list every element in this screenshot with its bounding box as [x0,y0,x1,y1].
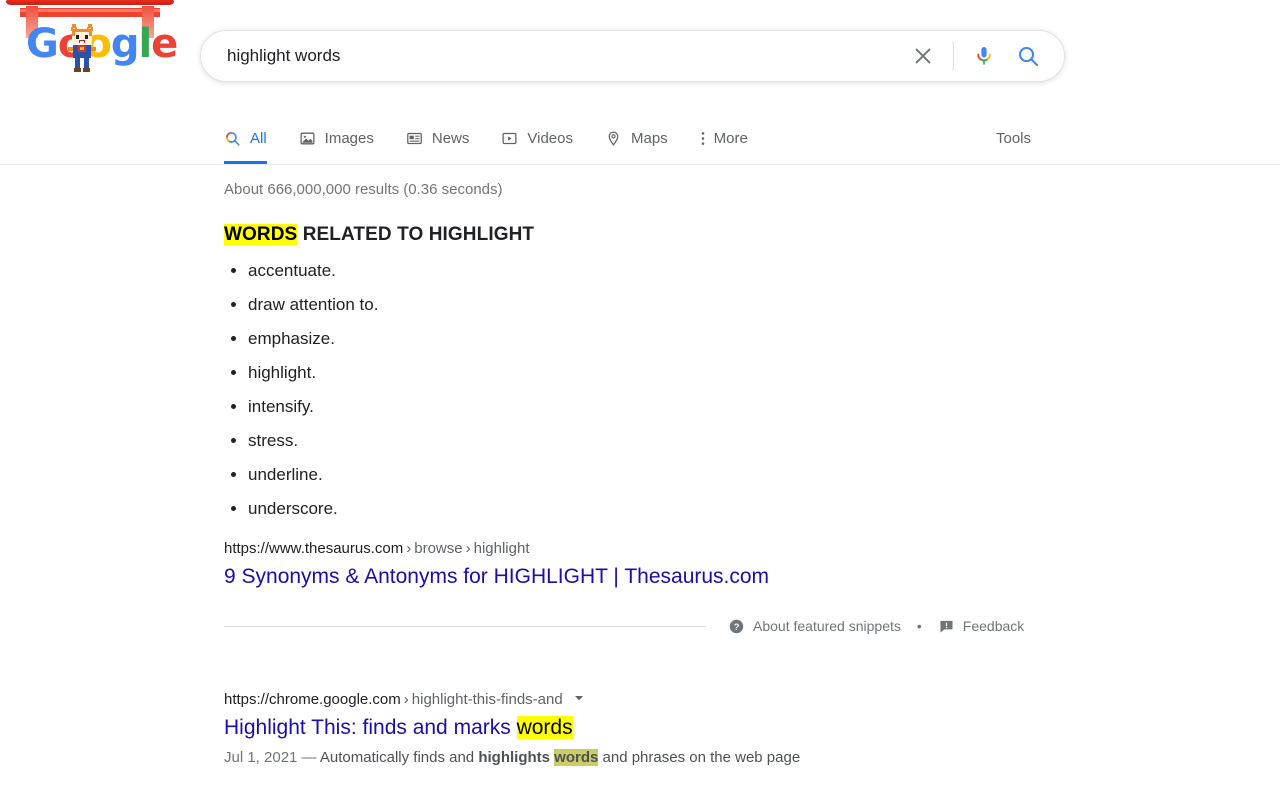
search-tabs: All Images News Videos Maps More [224,112,780,164]
url-separator: › [406,540,412,557]
result-snippet: Jul 1, 2021 — Automatically finds and hi… [224,746,924,770]
kebab-menu-icon [700,129,706,147]
result-url: https://chrome.google.com › highlight-this… [224,690,924,710]
google-search-results-page: Google highlight words All Images News V… [0,0,1280,800]
tab-label: All [250,129,267,147]
url-separator: › [465,540,471,557]
list-item: intensify. [248,398,924,415]
featured-snippet-source: https://www.thesaurus.com › browse › highlig… [224,539,924,590]
tab-label: News [431,129,470,147]
about-label: About featured snippets [753,618,901,635]
search-input[interactable] [201,45,901,67]
tab-maps[interactable]: Maps [605,112,684,164]
tools-button[interactable]: Tools [996,112,1031,164]
url-domain: https://www.thesaurus.com [224,540,404,557]
map-pin-icon [605,129,623,147]
featured-snippet-list: accentuate. draw attention to. emphasize… [224,262,924,517]
list-item: draw attention to. [248,296,924,313]
logo-letter-4: l [138,21,152,67]
tab-videos[interactable]: Videos [501,112,589,164]
close-icon [915,48,931,64]
snippet-text-2: and phrases on the web page [598,748,801,766]
voice-search-button[interactable] [962,34,1006,78]
list-item: stress. [248,432,924,449]
tab-label: Videos [527,129,573,147]
logo-letter-5: e [151,21,178,67]
featured-snippet-footer: ? About featured snippets • Feedback [224,618,1064,635]
news-icon [406,129,424,147]
tab-news[interactable]: News [406,112,486,164]
google-logo[interactable]: Google [26,21,178,67]
chevron-down-icon[interactable] [573,690,585,710]
list-item: highlight. [248,364,924,381]
search-divider [953,42,954,70]
tab-more[interactable]: More [700,112,764,164]
heading-highlight-term: WORDS [224,224,298,245]
featured-snippet-heading: WORDS RELATED TO HIGHLIGHT [224,224,924,246]
page-header: Google [0,0,1280,112]
organic-result-2: https://chrome.google.com › highlight-this… [224,690,924,770]
logo-letter-3: g [110,21,140,67]
about-featured-snippets-link[interactable]: ? About featured snippets [728,618,901,635]
feedback-link[interactable]: Feedback [938,618,1024,635]
result-stats: About 666,000,000 results (0.36 seconds) [224,181,503,198]
snippet-bold-term: highlights [478,748,550,766]
microphone-icon [977,47,991,65]
footer-links: ? About featured snippets • Feedback [728,618,1024,635]
result-url: https://www.thesaurus.com › browse › highlig… [224,539,924,559]
google-doodle[interactable]: Google [0,0,180,92]
torii-second-beam [20,8,160,17]
results-container: About 666,000,000 results (0.36 seconds)… [0,165,1280,770]
snippet-date: Jul 1, 2021 [224,748,298,766]
image-icon [299,129,317,147]
result-title-link[interactable]: Highlight This: finds and marks words [224,714,573,741]
search-bar[interactable] [200,30,1065,82]
url-crumb-1: highlight-this-finds-and [411,690,563,708]
horizontal-divider [224,625,706,627]
snippet-text-1: Automatically finds and [319,748,479,766]
search-nav-bar: All Images News Videos Maps More Tools [0,112,1280,165]
clear-search-button[interactable] [901,34,945,78]
search-submit-button[interactable] [1006,34,1050,78]
url-domain: https://chrome.google.com [224,690,401,708]
svg-text:?: ? [734,622,740,632]
footer-separator: • [916,618,922,635]
list-item: underscore. [248,500,924,517]
snippet-highlight-term: words [554,748,599,766]
result-title-link[interactable]: 9 Synonyms & Antonyms for HIGHLIGHT | Th… [224,563,769,590]
snippet-dash: — [297,748,320,766]
question-circle-icon: ? [729,619,744,634]
tab-label: More [713,129,748,147]
url-crumb-1: browse [414,540,463,557]
url-separator: › [403,690,409,708]
url-crumb-2: highlight [473,540,530,557]
tab-label: Images [324,129,374,147]
list-item: underline. [248,466,924,483]
torii-top-beam [6,0,174,5]
tab-images[interactable]: Images [299,112,390,164]
title-highlight-term: words [516,715,573,739]
pixel-cat-character-icon [68,24,96,72]
title-prefix: Highlight This: finds and marks [224,715,517,739]
tools-label: Tools [996,129,1032,147]
flag-comment-icon [940,620,953,633]
feedback-label: Feedback [962,618,1025,635]
logo-letter-0: G [26,21,59,67]
heading-rest: RELATED TO HIGHLIGHT [297,224,535,245]
featured-snippet: WORDS RELATED TO HIGHLIGHT accentuate. d… [224,224,924,590]
list-item: accentuate. [248,262,924,279]
tab-all[interactable]: All [224,112,283,164]
search-icon [1018,46,1039,67]
tab-label: Maps [630,129,668,147]
active-tab-indicator [224,161,267,164]
video-icon [501,129,519,147]
search-icon [224,129,242,147]
list-item: emphasize. [248,330,924,347]
